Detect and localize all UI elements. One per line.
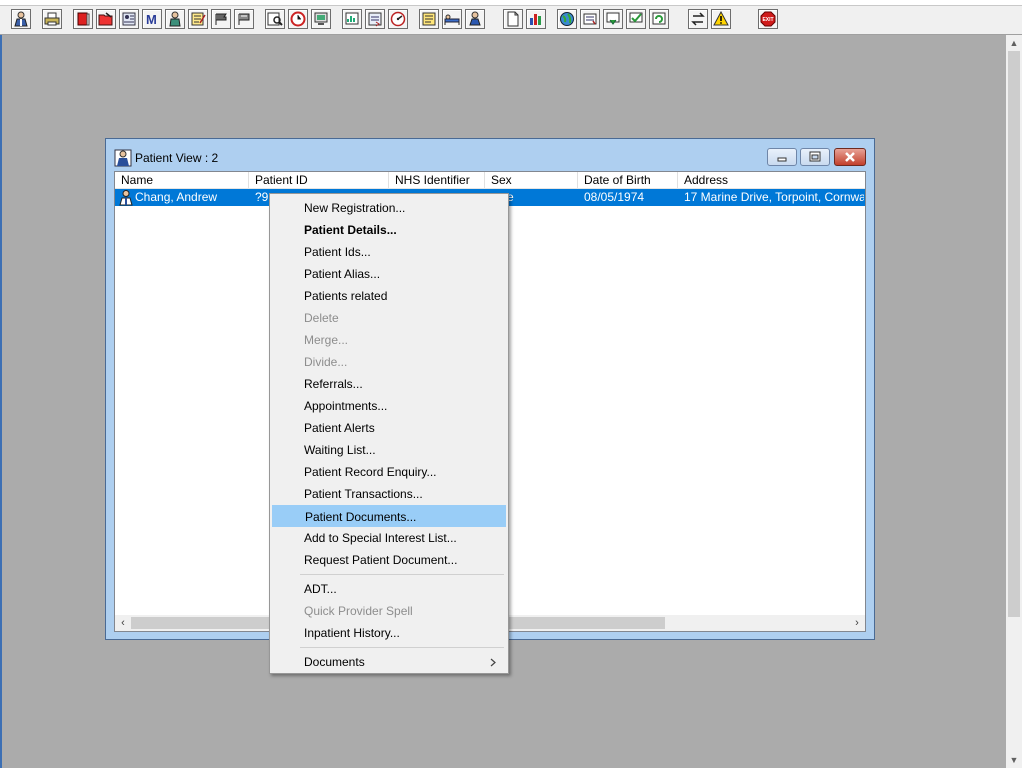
inbox-icon[interactable] [580,9,600,29]
transfer-form-icon[interactable] [365,9,385,29]
column-header-address[interactable]: Address [678,172,865,188]
submenu-arrow-icon [490,658,496,667]
menu-separator [300,647,504,648]
menu-item-inpatient-history[interactable]: Inpatient History... [272,622,506,644]
globe-icon[interactable] [557,9,577,29]
mdi-vertical-scrollbar[interactable]: ▲ ▼ [1006,35,1022,768]
menu-item-documents[interactable]: Documents [272,651,506,673]
menu-item-merge: Merge... [304,333,349,347]
menu-item-delete: Delete [304,311,339,325]
document-list-icon[interactable] [419,9,439,29]
menu-item-new-registration[interactable]: New Registration... [272,197,506,219]
column-header-patient-id[interactable]: Patient ID [249,172,389,188]
folder-icon[interactable] [96,9,116,29]
scroll-down-arrow-icon[interactable]: ▼ [1006,752,1022,768]
menu-item-add-to-special-interest-list[interactable]: Add to Special Interest List... [272,527,506,549]
check-down-icon[interactable] [603,9,623,29]
patient-row-icon [119,190,133,206]
menu-item-waiting-list[interactable]: Waiting List... [272,439,506,461]
column-header-date-of-birth[interactable]: Date of Birth [578,172,678,188]
patient-context-menu: New Registration... Patient Details... P… [269,193,509,674]
gauge-icon[interactable] [388,9,408,29]
flag-icon[interactable] [211,9,231,29]
menu-item-adt[interactable]: ADT... [272,578,506,600]
menu-item-patient-alias[interactable]: Patient Alias... [272,263,506,285]
main-toolbar: M EXIT [0,6,1022,35]
chart-screen-icon[interactable] [342,9,362,29]
menu-item-patient-documents[interactable]: Patient Documents... [272,505,506,527]
menu-item-patient-alerts[interactable]: Patient Alerts [272,417,506,439]
menu-item-documents-label: Documents [304,655,365,669]
svg-text:M: M [146,12,157,27]
menu-item-patients-related[interactable]: Patients related [272,285,506,307]
cell-address: 17 Marine Drive, Torpoint, Cornwall*... [684,190,864,204]
flag-alt-icon[interactable] [234,9,254,29]
menu-item-patient-transactions[interactable]: Patient Transactions... [272,483,506,505]
check-down-alt-icon[interactable] [626,9,646,29]
close-icon [845,152,855,162]
menu-item-patient-ids[interactable]: Patient Ids... [272,241,506,263]
menu-separator [300,574,504,575]
minimize-button[interactable] [767,148,797,166]
bed-icon[interactable] [442,9,462,29]
column-header-nhs-identifier[interactable]: NHS Identifier [389,172,485,188]
scroll-up-arrow-icon[interactable]: ▲ [1006,35,1022,51]
scroll-left-arrow-icon[interactable]: ‹ [115,615,131,631]
menu-item-referrals[interactable]: Referrals... [272,373,506,395]
person-queue-icon[interactable] [465,9,485,29]
scroll-right-arrow-icon[interactable]: › [849,615,865,631]
window-title: Patient View : 2 [135,151,219,165]
printer-icon[interactable] [42,9,62,29]
menu-item-quick-provider-spell: Quick Provider Spell [304,604,413,618]
doctor-icon[interactable] [165,9,185,29]
exit-icon[interactable]: EXIT [758,9,778,29]
notes-icon[interactable] [188,9,208,29]
column-header-sex[interactable]: Sex [485,172,578,188]
maximize-icon [809,151,821,162]
bar-chart-icon[interactable] [526,9,546,29]
cell-date-of-birth: 08/05/1974 [584,190,645,204]
table-header: Name Patient ID NHS Identifier Sex Date … [115,172,865,189]
cell-sex: e [507,190,514,204]
switch-icon[interactable] [688,9,708,29]
close-button[interactable] [834,148,866,166]
monitor-icon[interactable] [311,9,331,29]
column-header-name[interactable]: Name [115,172,249,188]
mdi-left-edge [0,35,2,768]
patient-icon[interactable] [11,9,31,29]
menu-item-divide: Divide... [304,355,348,369]
vertical-scroll-thumb[interactable] [1008,51,1020,617]
warning-icon[interactable] [711,9,731,29]
patient-window-icon [114,149,132,167]
patient-list-icon[interactable] [119,9,139,29]
maximize-button[interactable] [800,148,830,166]
refresh-icon[interactable] [649,9,669,29]
menu-item-patient-details[interactable]: Patient Details... [272,219,506,241]
menu-item-request-patient-document[interactable]: Request Patient Document... [272,549,506,571]
menu-item-patient-record-enquiry[interactable]: Patient Record Enquiry... [272,461,506,483]
search-form-icon[interactable] [265,9,285,29]
cell-name: Chang, Andrew [135,190,218,204]
red-book-icon[interactable] [73,9,93,29]
minimize-icon [777,157,787,162]
blank-page-icon[interactable] [503,9,523,29]
clock-icon[interactable] [288,9,308,29]
exit-label: EXIT [762,17,773,23]
letter-m-icon[interactable]: M [142,9,162,29]
menu-item-appointments[interactable]: Appointments... [272,395,506,417]
